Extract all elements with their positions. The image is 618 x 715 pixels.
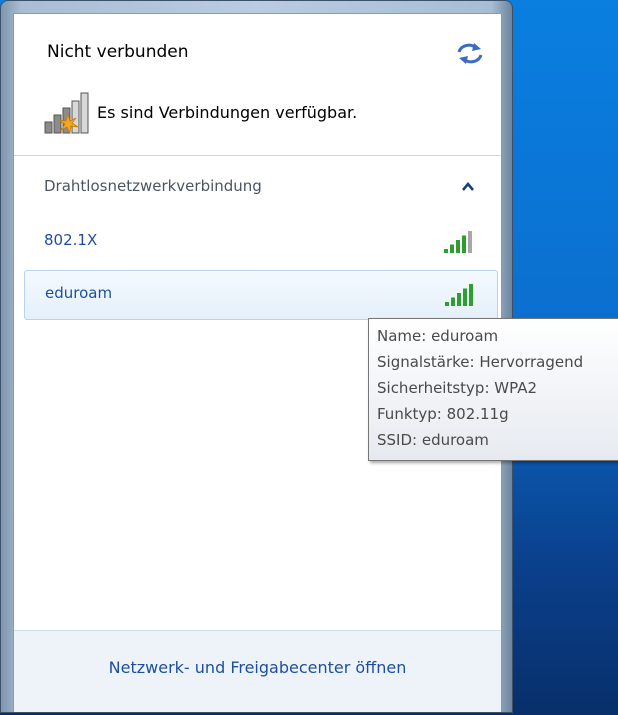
refresh-icon[interactable] xyxy=(455,40,485,66)
tooltip-signal-strength: Signalstärke: Hervorragend xyxy=(377,353,584,371)
tooltip-ssid: SSID: eduroam xyxy=(377,431,489,449)
tooltip-security-type: Sicherheitstyp: WPA2 xyxy=(377,379,537,397)
network-name: 802.1X xyxy=(44,231,98,249)
signal-bar xyxy=(450,244,454,253)
tooltip-name: Name: eduroam xyxy=(377,327,499,345)
network-available-icon xyxy=(44,92,89,134)
signal-bar xyxy=(451,297,455,306)
network-sharing-center-link[interactable]: Netzwerk- und Freigabecenter öffnen xyxy=(14,658,501,677)
signal-bar xyxy=(456,240,460,253)
signal-strength-icon xyxy=(445,284,473,306)
signal-bar xyxy=(462,235,466,253)
divider xyxy=(14,155,501,156)
signal-strength-icon xyxy=(444,231,472,253)
signal-bar xyxy=(457,293,461,306)
network-item-802-1x[interactable]: 802.1X xyxy=(24,218,498,268)
chevron-up-icon[interactable] xyxy=(462,182,474,191)
connections-available-text: Es sind Verbindungen verfügbar. xyxy=(97,103,358,122)
wireless-section-label: Drahtlosnetzwerkverbindung xyxy=(44,177,262,195)
footer: Netzwerk- und Freigabecenter öffnen xyxy=(14,630,501,712)
network-tooltip: Name: eduroam Signalstärke: Hervorragend… xyxy=(368,318,618,461)
connection-status-title: Nicht verbunden xyxy=(47,42,189,62)
signal-bar xyxy=(469,284,473,306)
tooltip-radio-type: Funktyp: 802.11g xyxy=(377,405,509,423)
network-item-eduroam[interactable]: eduroam xyxy=(24,270,498,320)
network-name: eduroam xyxy=(45,284,113,302)
signal-bar xyxy=(445,302,449,306)
connection-status-area: Nicht verbunden Es sind Verbindungen ver… xyxy=(14,14,501,155)
signal-bar xyxy=(463,288,467,306)
signal-bar xyxy=(444,249,448,253)
wireless-section-header[interactable]: Drahtlosnetzwerkverbindung xyxy=(14,169,501,205)
signal-bar xyxy=(468,231,472,253)
